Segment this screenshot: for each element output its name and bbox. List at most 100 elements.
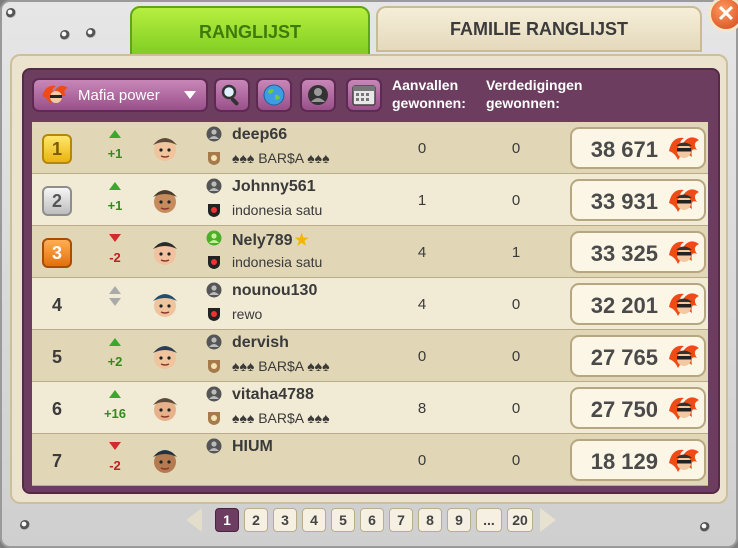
family-name[interactable]: ♠♠♠ BAR$A ♠♠♠: [232, 410, 330, 426]
screw-icon: [6, 8, 16, 18]
calendar-icon: [352, 85, 376, 106]
table-row[interactable]: 3 -2 Nely789 ★ indonesia satu 4 1 33 325: [32, 226, 708, 278]
mafia-power-icon: [669, 345, 699, 368]
player-status-icon: [206, 282, 222, 298]
page-button[interactable]: 4: [302, 508, 326, 532]
rank-change: +16: [100, 390, 130, 421]
table-row[interactable]: 1 +1 deep66 ♠♠♠ BAR$A ♠♠♠ 0 0 38 671: [32, 122, 708, 174]
mafia-power-icon: [669, 397, 699, 420]
player-status-icon: [206, 438, 222, 454]
next-page-arrow-icon[interactable]: [540, 508, 556, 532]
attacks-won: 8: [417, 400, 427, 417]
table-row[interactable]: 2 +1 Johnny561 indonesia satu 1 0 33 931: [32, 174, 708, 226]
header-attacks-won: Aanvallen gewonnen:: [392, 77, 466, 111]
mafia-power-value: 38 671: [590, 137, 658, 162]
player-name-text: dervish: [232, 334, 289, 351]
rank-change-value: -2: [109, 250, 121, 265]
mafia-power-value: 18 129: [590, 449, 658, 474]
family-name[interactable]: indonesia satu: [232, 202, 322, 218]
family-emblem-icon: [208, 308, 220, 321]
player-avatar[interactable]: [148, 131, 182, 165]
player-name[interactable]: nounou130: [232, 282, 317, 300]
family-name[interactable]: rewo: [232, 306, 262, 322]
search-button[interactable]: [214, 78, 250, 112]
rank-change-value: +16: [103, 406, 127, 421]
trend-neutral-down-icon: [109, 298, 121, 306]
rank-number: 7: [51, 450, 62, 471]
table-row[interactable]: 4 nounou130 rewo 4 0 32 201: [32, 278, 708, 330]
player-avatar[interactable]: [148, 391, 182, 425]
player-avatar[interactable]: [148, 339, 182, 373]
rank-badge: 6: [42, 394, 72, 424]
rank-number: 3: [51, 242, 62, 263]
chevron-down-icon: [184, 91, 196, 99]
mafia-power-icon: [669, 241, 699, 264]
page-button[interactable]: 7: [389, 508, 413, 532]
player-icon: [308, 85, 328, 105]
page-button[interactable]: 8: [418, 508, 442, 532]
star-icon: ★: [294, 232, 309, 249]
page-button[interactable]: 2: [244, 508, 268, 532]
mafia-power-value: 27 765: [590, 345, 658, 370]
player-name-text: deep66: [232, 126, 288, 143]
ranking-type-dropdown[interactable]: Mafia power: [32, 78, 208, 112]
screw-icon: [60, 30, 70, 40]
page-button[interactable]: 3: [273, 508, 297, 532]
family-name[interactable]: ♠♠♠ BAR$A ♠♠♠: [232, 358, 330, 374]
defenses-won: 0: [511, 452, 521, 469]
mafia-power-icon: [42, 85, 68, 104]
globe-icon: [263, 84, 285, 106]
rank-badge: 5: [42, 342, 72, 372]
family-emblem-icon: [208, 412, 220, 425]
table-row[interactable]: 6 +16 vitaha4788 ♠♠♠ BAR$A ♠♠♠ 8 0 27 75…: [32, 382, 708, 434]
player-avatar[interactable]: [148, 235, 182, 269]
family-emblem-icon: [208, 152, 220, 165]
mafia-power-icon: [669, 449, 699, 472]
tab-family-ranking-label: FAMILIE RANGLIJST: [449, 18, 628, 39]
player-status-icon: [206, 386, 222, 402]
rank-change: +2: [100, 338, 130, 369]
mafia-power-box: 38 671: [570, 127, 706, 169]
page-button[interactable]: 20: [507, 508, 533, 532]
player-name-text: HIUM: [232, 438, 273, 455]
page-button[interactable]: 1: [215, 508, 239, 532]
family-name[interactable]: ♠♠♠ BAR$A ♠♠♠: [232, 150, 330, 166]
player-name[interactable]: vitaha4788: [232, 386, 314, 404]
trend-up-icon: [109, 182, 121, 190]
player-avatar[interactable]: [148, 287, 182, 321]
attacks-won: 4: [417, 296, 427, 313]
rank-badge: 7: [42, 446, 72, 476]
page-buttons: 1 2 3 4 5 6 7 8 9... 20: [215, 508, 533, 532]
rank-number: 6: [51, 398, 62, 419]
rank-change-value: +2: [107, 354, 123, 369]
close-icon: ✕: [716, 1, 736, 26]
player-status-icon: [206, 178, 222, 194]
player-name[interactable]: Johnny561: [232, 178, 316, 196]
table-row[interactable]: 7 -2 HIUM 0 0 18 129: [32, 434, 708, 486]
rank-badge: 3: [42, 238, 72, 268]
player-name[interactable]: deep66: [232, 126, 287, 144]
player-name[interactable]: dervish: [232, 334, 289, 352]
friends-ranking-button[interactable]: [300, 78, 336, 112]
player-status-icon: [206, 334, 222, 350]
player-name[interactable]: Nely789 ★: [232, 230, 309, 250]
previous-page-arrow-icon[interactable]: [186, 508, 202, 532]
page-button[interactable]: 5: [331, 508, 355, 532]
player-status-icon: [206, 230, 222, 246]
header-defenses-won: Verdedigingen gewonnen:: [486, 77, 583, 111]
rank-change: +1: [100, 182, 130, 213]
family-name[interactable]: indonesia satu: [232, 254, 322, 270]
calendar-button[interactable]: [346, 78, 382, 112]
player-name[interactable]: HIUM: [232, 438, 273, 456]
pagination: 1 2 3 4 5 6 7 8 9... 20: [186, 506, 556, 534]
table-row[interactable]: 5 +2 dervish ♠♠♠ BAR$A ♠♠♠ 0 0 27 765: [32, 330, 708, 382]
trend-down-icon: [109, 442, 121, 450]
page-button[interactable]: 9: [447, 508, 471, 532]
rank-number: 1: [51, 138, 62, 159]
page-button[interactable]: 6: [360, 508, 384, 532]
mafia-power-box: 33 325: [570, 231, 706, 273]
player-avatar[interactable]: [148, 183, 182, 217]
global-ranking-button[interactable]: [256, 78, 292, 112]
player-avatar[interactable]: [148, 443, 182, 477]
tab-family-ranking[interactable]: FAMILIE RANGLIJST: [376, 6, 702, 52]
